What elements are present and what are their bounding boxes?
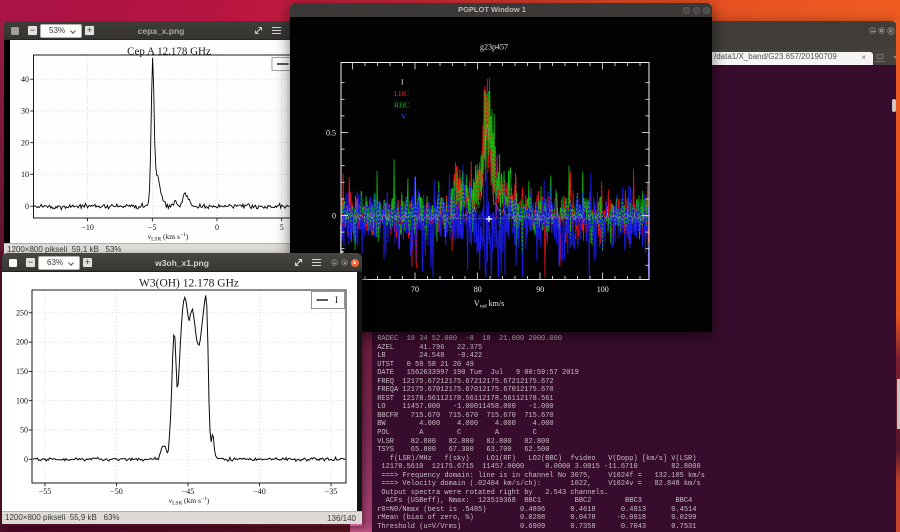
svg-text:0: 0 [25,202,29,211]
svg-text:40: 40 [21,75,29,84]
svg-text:−35: −35 [325,487,338,496]
svg-text:W3(OH) 12.178 GHz: W3(OH) 12.178 GHz [139,278,239,290]
svg-text:RHC: RHC [394,101,409,110]
svg-text:−55: −55 [39,487,52,496]
svg-text:0: 0 [24,455,28,464]
svg-text:0: 0 [215,223,219,232]
svg-text:Vrad km/s: Vrad km/s [474,299,504,310]
svg-text:20: 20 [21,138,29,147]
svg-text:80: 80 [474,285,482,294]
svg-text:−5: −5 [148,223,157,232]
svg-text:V: V [401,112,407,121]
svg-text:100: 100 [597,285,609,294]
svg-text:100: 100 [16,396,28,405]
svg-text:5: 5 [280,223,284,232]
svg-text:−40: −40 [253,487,266,496]
svg-text:0: 0 [332,212,336,221]
svg-text:70: 70 [411,285,419,294]
svg-text:−45: −45 [182,487,195,496]
svg-text:LHC: LHC [394,89,409,98]
svg-text:vLSR (km s−1): vLSR (km s−1) [169,496,210,507]
svg-text:90: 90 [536,285,544,294]
svg-text:10: 10 [21,170,29,179]
svg-text:0.5: 0.5 [326,129,336,138]
svg-text:250: 250 [16,308,28,317]
svg-text:I: I [401,78,404,87]
svg-text:50: 50 [20,426,28,435]
svg-text:−10: −10 [81,223,94,232]
svg-text:Cep A 12.178 GHz: Cep A 12.178 GHz [127,46,211,58]
svg-text:−50: −50 [110,487,123,496]
svg-text:200: 200 [16,338,28,347]
svg-text:150: 150 [16,367,28,376]
svg-text:30: 30 [21,107,29,116]
svg-text:I: I [335,295,338,305]
svg-text:g23p457: g23p457 [480,43,508,52]
